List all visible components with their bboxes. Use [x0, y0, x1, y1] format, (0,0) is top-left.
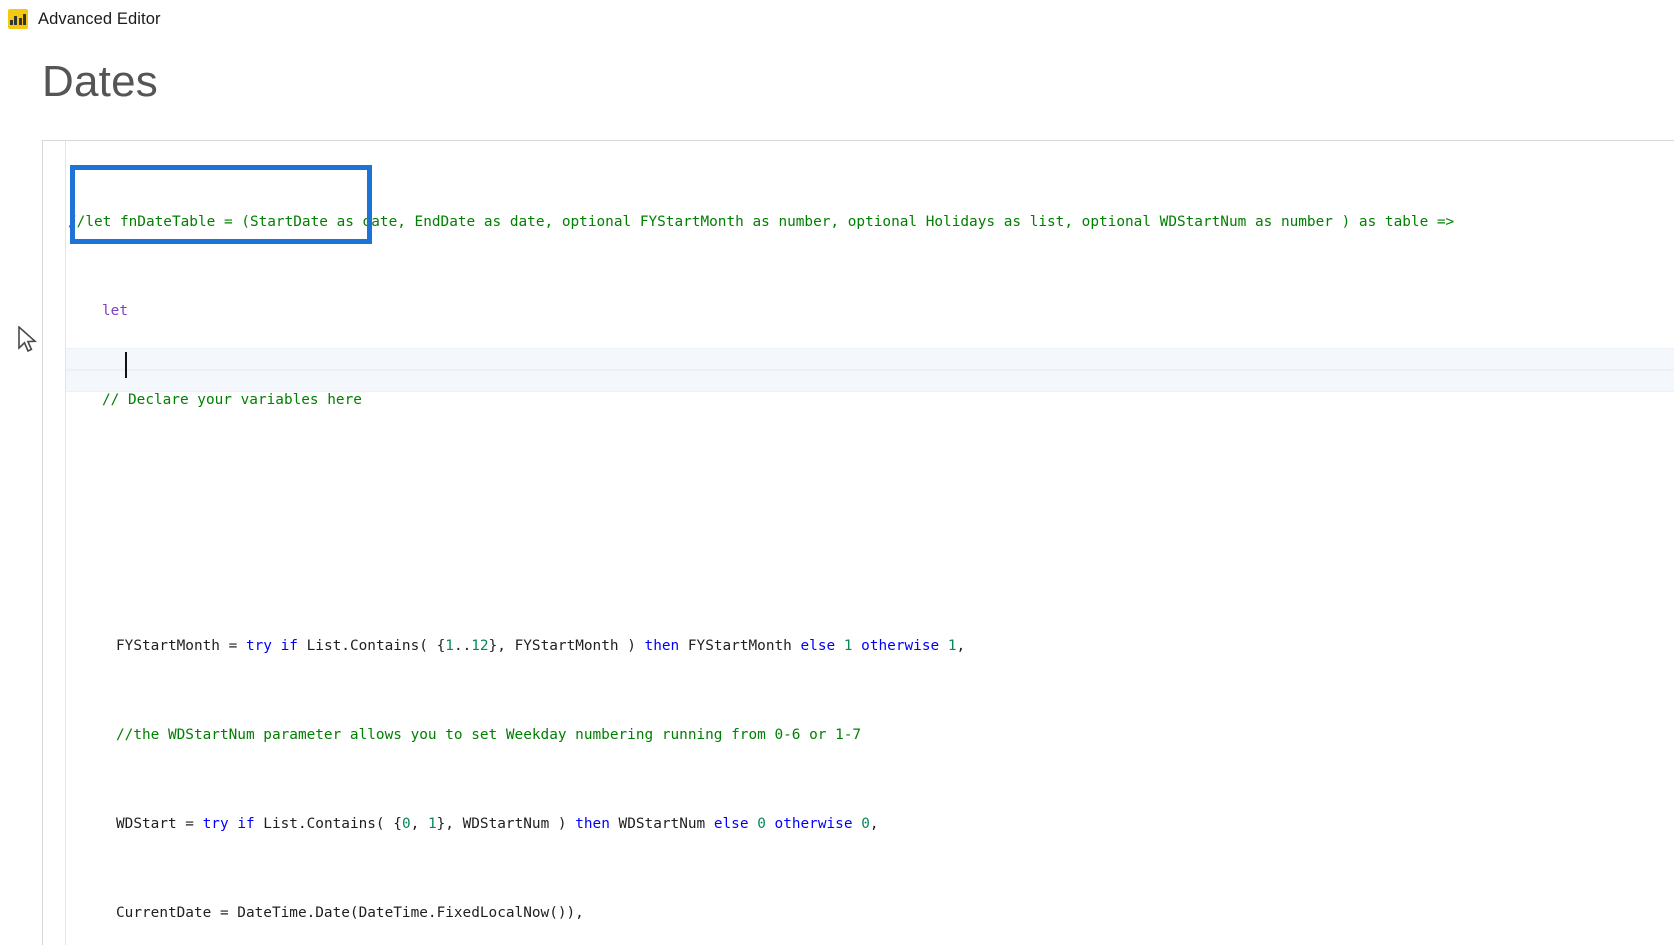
m-code-editor[interactable]: //let fnDateTable = (StartDate as date, …	[66, 141, 1674, 945]
code-line: CurrentDate = DateTime.Date(DateTime.Fix…	[116, 905, 584, 922]
editor-gutter	[43, 141, 66, 945]
code-line: FYStartMonth = try if List.Contains( {1.…	[116, 637, 966, 654]
mouse-cursor-icon	[18, 326, 38, 353]
window-title-bar: Advanced Editor	[0, 0, 1680, 38]
text-caret	[125, 352, 127, 378]
code-line: //the WDStartNum parameter allows you to…	[116, 726, 862, 743]
code-line: let	[102, 303, 128, 320]
power-bi-icon	[8, 9, 28, 29]
page-title: Dates	[42, 57, 158, 106]
code-line: // Declare your variables here	[102, 392, 362, 409]
window-title: Advanced Editor	[38, 9, 161, 28]
code-line: WDStart = try if List.Contains( {0, 1}, …	[116, 815, 879, 832]
code-line: //let fnDateTable = (StartDate as date, …	[68, 213, 1455, 230]
advanced-editor-panel[interactable]: //let fnDateTable = (StartDate as date, …	[42, 140, 1674, 945]
